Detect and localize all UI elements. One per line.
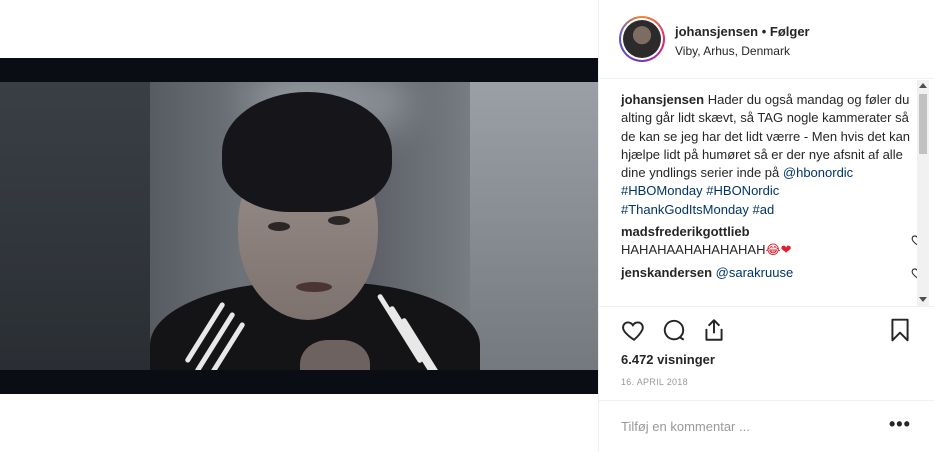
add-comment-input[interactable] bbox=[621, 417, 881, 435]
view-count[interactable]: 6.472 visninger bbox=[621, 352, 715, 367]
post-date[interactable]: 16. APRIL 2018 bbox=[621, 377, 688, 387]
action-bar bbox=[599, 306, 934, 350]
person-hand bbox=[300, 340, 370, 370]
caption-username[interactable]: johansjensen bbox=[621, 92, 704, 107]
person-hair bbox=[222, 92, 392, 212]
comment-mention[interactable]: @sarakruuse bbox=[716, 265, 794, 280]
comment-username[interactable]: jenskandersen bbox=[621, 265, 712, 280]
comment-icon[interactable] bbox=[661, 317, 687, 343]
header-username[interactable]: johansjensen bbox=[675, 24, 758, 39]
hashtag-link[interactable]: #HBONordic bbox=[706, 183, 779, 198]
follow-separator: • bbox=[761, 24, 767, 39]
follow-status-button[interactable]: Følger bbox=[770, 24, 810, 39]
scroll-thumb[interactable] bbox=[919, 94, 927, 154]
more-options-icon[interactable]: ••• bbox=[889, 415, 911, 433]
hashtag-link[interactable]: #ThankGodItsMonday bbox=[621, 202, 749, 217]
comment-emoji: 😂❤ bbox=[765, 242, 792, 258]
heart-icon[interactable] bbox=[621, 317, 647, 343]
scroll-down-arrow-icon[interactable] bbox=[919, 297, 927, 302]
comment-username[interactable]: madsfrederikgottlieb bbox=[621, 224, 750, 239]
share-icon[interactable] bbox=[701, 317, 727, 343]
media-pane bbox=[0, 0, 598, 452]
post-sidebar: johansjensen • Følger Viby, Arhus, Denma… bbox=[598, 0, 934, 452]
video-player[interactable] bbox=[0, 58, 598, 394]
bookmark-icon[interactable] bbox=[887, 317, 913, 343]
location-link[interactable]: Viby, Arhus, Denmark bbox=[675, 44, 790, 58]
video-frame bbox=[0, 82, 598, 370]
hashtag-link[interactable]: #HBOMonday bbox=[621, 183, 703, 198]
hashtag-link[interactable]: #ad bbox=[753, 202, 775, 217]
comments-scrollbar[interactable] bbox=[917, 80, 929, 306]
avatar[interactable] bbox=[619, 16, 665, 62]
post-header: johansjensen • Følger Viby, Arhus, Denma… bbox=[599, 0, 934, 79]
comment-item: jenskandersen @sarakruuse bbox=[621, 264, 924, 282]
header-user-line: johansjensen • Følger bbox=[675, 24, 810, 39]
caption: johansjensen Hader du også mandag og føl… bbox=[621, 91, 911, 219]
avatar-image bbox=[623, 20, 661, 58]
comments-section: johansjensen Hader du også mandag og føl… bbox=[599, 80, 934, 306]
comment-item: madsfrederikgottlieb HAHAHAAHAHAHAHAH😂❤ bbox=[621, 223, 924, 260]
comment-list: johansjensen Hader du også mandag og føl… bbox=[621, 91, 924, 282]
caption-mention[interactable]: @hbonordic bbox=[783, 165, 853, 180]
comment-text: HAHAHAAHAHAHAHAH bbox=[621, 242, 766, 258]
add-comment-bar: ••• bbox=[599, 400, 934, 452]
scroll-up-arrow-icon[interactable] bbox=[919, 83, 927, 88]
